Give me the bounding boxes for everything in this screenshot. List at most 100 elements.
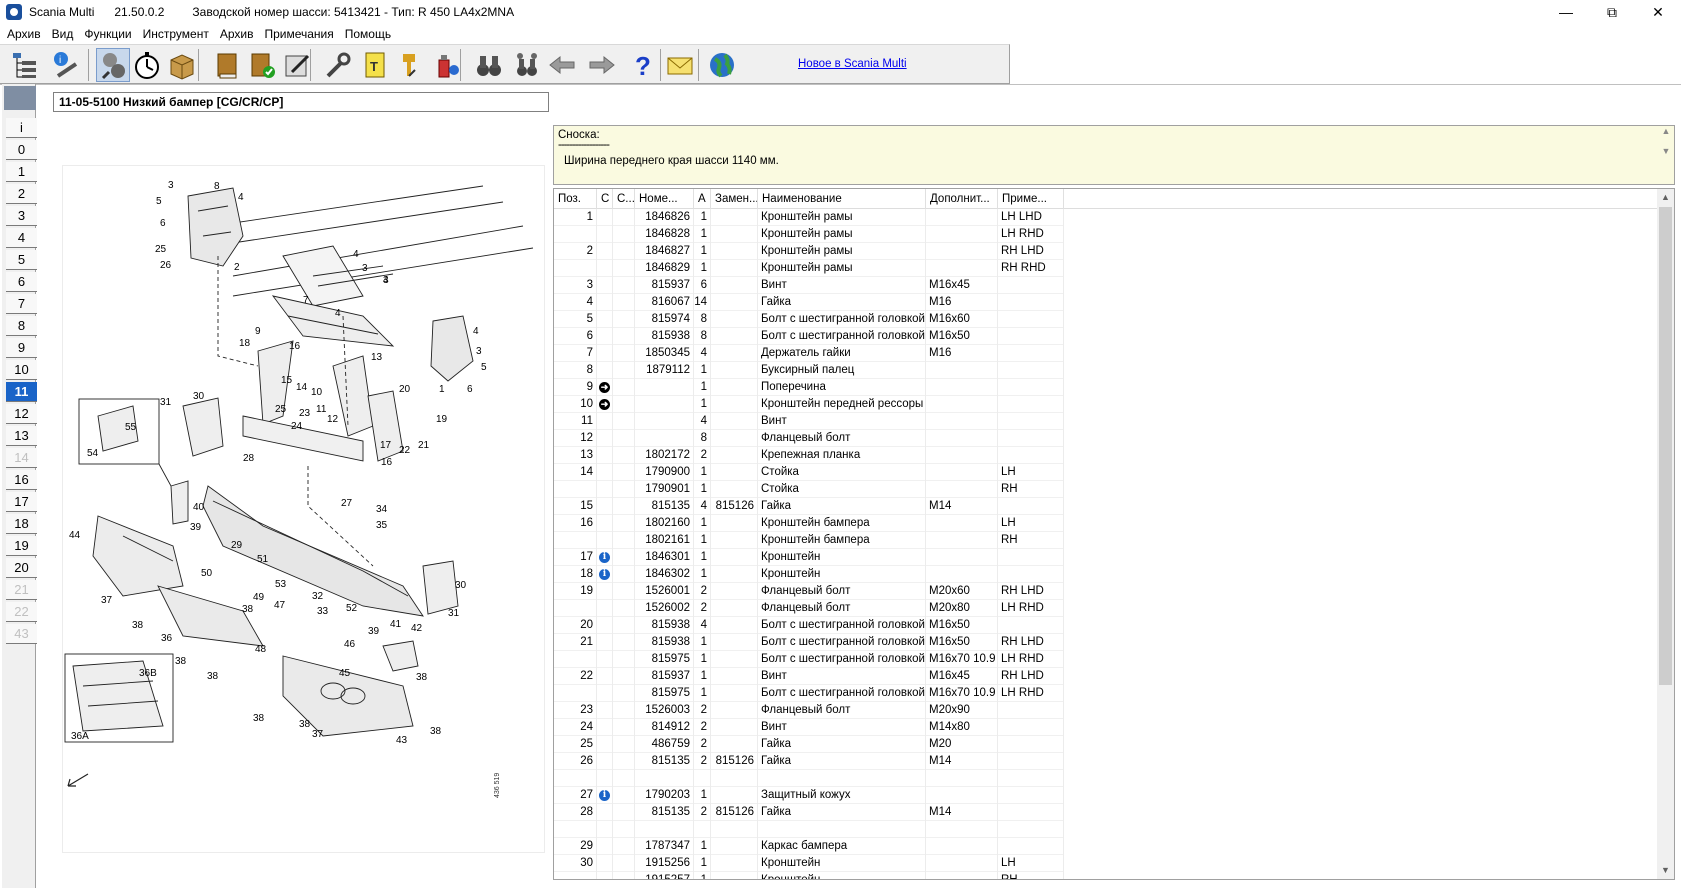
- column-header-1[interactable]: С: [597, 189, 613, 209]
- tab-group-7[interactable]: 7: [6, 294, 37, 314]
- callout-label[interactable]: 1: [439, 384, 445, 395]
- callout-label[interactable]: 43: [396, 735, 408, 746]
- callout-label[interactable]: 15: [281, 375, 293, 386]
- callout-label[interactable]: 54: [87, 448, 99, 459]
- callout-label[interactable]: 39: [368, 626, 380, 637]
- tab-group-4[interactable]: 4: [6, 228, 37, 248]
- scroll-down-icon[interactable]: ▼: [1657, 862, 1674, 879]
- callout-label[interactable]: 38: [175, 656, 187, 667]
- column-header-3[interactable]: Номе...: [635, 189, 694, 209]
- back-arrow-button[interactable]: [545, 48, 579, 82]
- tab-group-3[interactable]: 3: [6, 206, 37, 226]
- callout-label[interactable]: 33: [317, 606, 329, 617]
- table-row[interactable]: 1802161 1 Кронштейн бампера RH: [554, 532, 1064, 549]
- tab-group-13[interactable]: 13: [6, 426, 37, 446]
- callout-label[interactable]: 31: [448, 608, 460, 619]
- tab-group-43[interactable]: 43: [6, 624, 37, 644]
- tab-group-8[interactable]: 8: [6, 316, 37, 336]
- tab-group-18[interactable]: 18: [6, 514, 37, 534]
- table-row[interactable]: 7 1850345 4 Держатель гайки M16: [554, 345, 1064, 362]
- news-link[interactable]: Новое в Scania Multi: [798, 58, 907, 70]
- table-row[interactable]: 28 815135 2 815126 Гайка M14: [554, 804, 1064, 821]
- table-row[interactable]: 18 i 1846302 1 Кронштейн: [554, 566, 1064, 583]
- callout-label[interactable]: 36B: [139, 668, 157, 679]
- table-row[interactable]: 23 1526003 2 Фланцевый болт M20x90: [554, 702, 1064, 719]
- help-button[interactable]: ?: [625, 48, 659, 82]
- table-row[interactable]: 22 815937 1 Винт M16x45 RH LHD: [554, 668, 1064, 685]
- mail-button[interactable]: [663, 48, 697, 82]
- callout-label[interactable]: 25: [155, 244, 167, 255]
- scroll-up-icon[interactable]: ▲: [1657, 189, 1674, 206]
- callout-label[interactable]: 8: [214, 181, 220, 192]
- restore-button[interactable]: ⧉: [1589, 0, 1635, 24]
- table-row[interactable]: 5 815974 8 Болт с шестигранной головкой M16x…: [554, 311, 1064, 328]
- callout-label[interactable]: 30: [193, 391, 205, 402]
- column-header-5[interactable]: Замен...: [711, 189, 758, 209]
- tab-group-14[interactable]: 14: [6, 448, 37, 468]
- column-header-7[interactable]: Дополнит...: [926, 189, 998, 209]
- callout-label[interactable]: 30: [455, 580, 467, 591]
- arrow-icon[interactable]: ➜: [599, 382, 610, 393]
- tab-group-i[interactable]: i: [6, 118, 37, 138]
- callout-label[interactable]: 49: [253, 592, 265, 603]
- callout-label[interactable]: 28: [243, 453, 255, 464]
- globe-button[interactable]: [705, 48, 739, 82]
- callout-label[interactable]: 38: [253, 713, 265, 724]
- callout-label[interactable]: 31: [160, 397, 172, 408]
- callout-label[interactable]: 4: [353, 249, 359, 260]
- table-row[interactable]: 1 1846826 1 Кронштейн рамы LH LHD: [554, 209, 1064, 226]
- tab-group-22[interactable]: 22: [6, 602, 37, 622]
- callout-label[interactable]: 16: [289, 341, 301, 352]
- table-row[interactable]: 1846828 1 Кронштейн рамы LH RHD: [554, 226, 1064, 243]
- arrow-icon[interactable]: ➜: [599, 399, 610, 410]
- tab-group-2[interactable]: 2: [6, 184, 37, 204]
- table-row[interactable]: [554, 821, 1064, 838]
- book-check-button[interactable]: [245, 48, 279, 82]
- tab-group-10[interactable]: 10: [6, 360, 37, 380]
- table-row[interactable]: 13 1802172 2 Крепежная планка: [554, 447, 1064, 464]
- menu-item-3[interactable]: Инструмент: [136, 27, 213, 41]
- callout-label[interactable]: 10: [311, 387, 323, 398]
- footnote-scrollbar[interactable]: ▲ ▼: [1658, 126, 1674, 184]
- callout-label[interactable]: 11: [316, 404, 327, 415]
- table-row[interactable]: 14 1790900 1 Стойка LH: [554, 464, 1064, 481]
- callout-label[interactable]: 4: [473, 326, 479, 337]
- info-icon[interactable]: i: [599, 569, 610, 580]
- tab-group-9[interactable]: 9: [6, 338, 37, 358]
- callout-label[interactable]: 37: [312, 729, 324, 740]
- tab-group-1[interactable]: 1: [6, 162, 37, 182]
- tab-group-16[interactable]: 16: [6, 470, 37, 490]
- callout-label[interactable]: 4: [335, 308, 341, 319]
- callout-label[interactable]: 38: [430, 726, 442, 737]
- callout-label[interactable]: 55: [125, 422, 137, 433]
- close-button[interactable]: ✕: [1635, 0, 1681, 24]
- box-button[interactable]: [165, 48, 199, 82]
- callout-label[interactable]: 7: [303, 295, 309, 306]
- callout-label[interactable]: 26: [160, 260, 172, 271]
- table-row[interactable]: 27 i 1790203 1 Защитный кожух: [554, 787, 1064, 804]
- callout-label[interactable]: 45: [339, 668, 351, 679]
- callout-label[interactable]: 22: [399, 445, 411, 456]
- callout-label[interactable]: 17: [380, 440, 392, 451]
- callout-label[interactable]: 6: [467, 384, 473, 395]
- tab-group-11[interactable]: 11: [6, 382, 37, 402]
- minimize-button[interactable]: —: [1543, 0, 1589, 24]
- callout-label[interactable]: 2: [234, 262, 240, 273]
- menu-item-5[interactable]: Примечания: [257, 27, 337, 41]
- callout-label[interactable]: 42: [411, 623, 423, 634]
- scroll-thumb[interactable]: [1659, 207, 1672, 685]
- callout-label[interactable]: 12: [327, 414, 339, 425]
- menu-item-2[interactable]: Функции: [77, 27, 135, 41]
- table-scrollbar[interactable]: ▲ ▼: [1657, 189, 1674, 879]
- wrench-button[interactable]: [320, 48, 354, 82]
- callout-label[interactable]: 38: [207, 671, 219, 682]
- parts-drawing[interactable]: 3 8 4 5 6 25 26 2 4 3 7 4 3 4 9 18 16 13 4 3 5 15 14 10 20 1 6 31 30…: [62, 165, 545, 853]
- callout-label[interactable]: 3: [362, 263, 368, 274]
- callout-label[interactable]: 38: [242, 604, 254, 615]
- callout-label[interactable]: 9: [255, 326, 261, 337]
- table-row[interactable]: 3 815937 6 Винт M16x45: [554, 277, 1064, 294]
- menu-item-4[interactable]: Архив: [213, 27, 258, 41]
- callout-label[interactable]: 13: [371, 352, 383, 363]
- callout-label[interactable]: 21: [418, 440, 430, 451]
- callout-label[interactable]: 50: [201, 568, 213, 579]
